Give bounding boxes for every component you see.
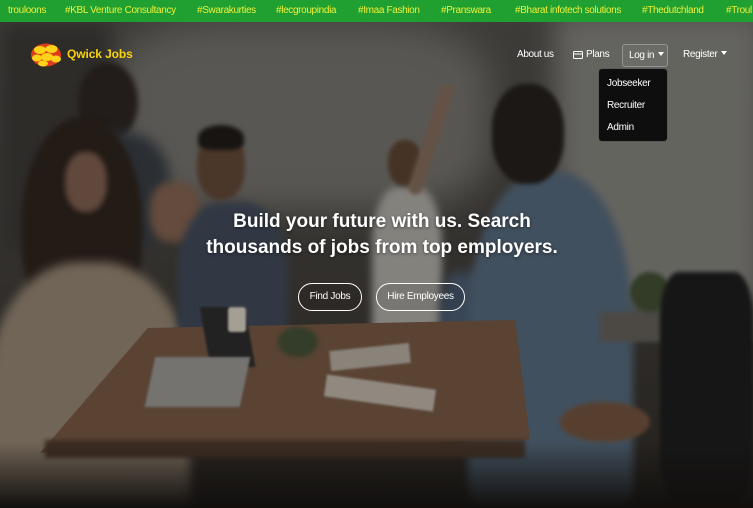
register-label: Register bbox=[683, 49, 718, 60]
ticker-item[interactable]: #Swarakurties bbox=[197, 5, 256, 17]
nav-about-us[interactable]: About us bbox=[517, 49, 554, 61]
nav-plans[interactable]: Plans bbox=[586, 49, 610, 61]
find-jobs-button[interactable]: Find Jobs bbox=[298, 283, 362, 311]
hero-heading: Build your future with us. Search thousa… bbox=[0, 209, 753, 261]
ticker-item[interactable]: #lecgroupindia bbox=[276, 5, 337, 17]
hire-employees-button[interactable]: Hire Employees bbox=[376, 283, 465, 311]
menu-item-recruiter[interactable]: Recruiter bbox=[599, 95, 667, 117]
hero-heading-line: Build your future with us. Search bbox=[233, 211, 531, 232]
hero-heading-line: thousands of jobs from top employers. bbox=[206, 237, 558, 258]
card-icon[interactable] bbox=[573, 51, 583, 59]
qwick-jobs-logo-icon[interactable] bbox=[30, 42, 62, 68]
ticker-item[interactable]: #Troul bbox=[726, 5, 752, 17]
ticker-item[interactable]: trouloons bbox=[8, 5, 46, 17]
ticker-item[interactable]: #KBL Venture Consultancy bbox=[65, 5, 176, 17]
ticker-bar: trouloons #KBL Venture Consultancy #Swar… bbox=[0, 0, 753, 22]
ticker-item[interactable]: #Bharat infotech solutions bbox=[515, 5, 621, 17]
register-dropdown-toggle[interactable]: Register bbox=[683, 49, 728, 61]
ticker-item[interactable]: #Imaa Fashion bbox=[358, 5, 420, 17]
login-dropdown-toggle[interactable]: Log in bbox=[622, 44, 668, 67]
chevron-down-icon bbox=[658, 52, 665, 56]
page: trouloons #KBL Venture Consultancy #Swar… bbox=[0, 0, 753, 508]
brand-name[interactable]: Qwick Jobs bbox=[67, 47, 133, 61]
navbar: Qwick Jobs About us Plans Log in Registe… bbox=[0, 22, 753, 68]
ticker-item[interactable]: #Thedutchland bbox=[642, 5, 704, 17]
ticker-item[interactable]: #Pranswara bbox=[441, 5, 491, 17]
login-label: Log in bbox=[629, 50, 655, 61]
login-dropdown-menu: Jobseeker Recruiter Admin bbox=[598, 68, 668, 142]
chevron-down-icon bbox=[721, 51, 728, 55]
menu-item-admin[interactable]: Admin bbox=[599, 117, 667, 139]
menu-item-jobseeker[interactable]: Jobseeker bbox=[599, 73, 667, 95]
